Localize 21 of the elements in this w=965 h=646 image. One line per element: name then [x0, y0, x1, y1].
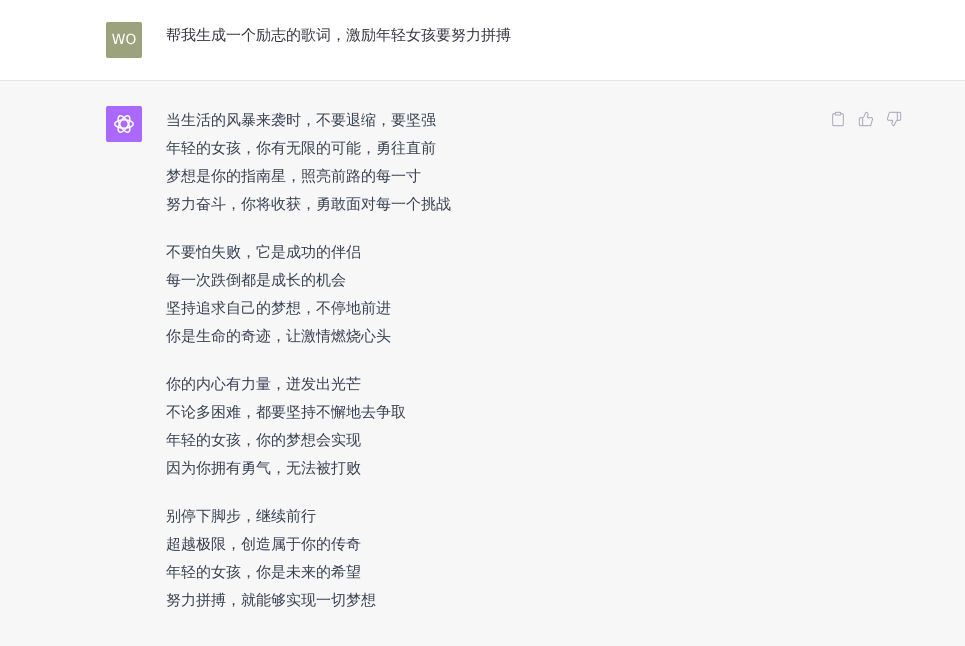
lyric-line: 年轻的女孩，你是未来的希望	[166, 562, 361, 583]
lyric-line: 每一次跌倒都是成长的机会	[166, 270, 346, 291]
lyric-line: 你的内心有力量，迸发出光芒	[166, 374, 361, 395]
user-avatar: WO	[106, 22, 142, 58]
lyric-line: 努力奋斗，你将收获，勇敢面对每一个挑战	[166, 194, 451, 215]
lyric-line: 梦想是你的指南星，照亮前路的每一寸	[166, 166, 421, 187]
lyric-line: 努力拼搏，就能够实现一切梦想	[166, 590, 376, 611]
copy-button[interactable]	[829, 110, 847, 128]
lyric-line: 因为你拥有勇气，无法被打败	[166, 458, 361, 479]
lyric-line: 你是生命的奇迹，让激情燃烧心头	[166, 326, 391, 347]
lyric-line: 当生活的风暴来袭时，不要退缩，要坚强	[166, 110, 436, 131]
lyric-line: 年轻的女孩，你有无限的可能，勇往直前	[166, 138, 436, 159]
thumbs-down-button[interactable]	[885, 110, 903, 128]
thumbs-up-button[interactable]	[857, 110, 875, 128]
user-message: 帮我生成一个励志的歌词，激励年轻女孩要努力拼搏	[166, 25, 511, 46]
lyric-line: 不论多困难，都要坚持不懈地去争取	[166, 402, 406, 423]
lyric-line: 坚持追求自己的梦想，不停地前进	[166, 298, 391, 319]
lyric-line: 年轻的女孩，你的梦想会实现	[166, 430, 361, 451]
lyric-line: 别停下脚步，继续前行	[166, 506, 316, 527]
lyric-line: 不要怕失败，它是成功的伴侣	[166, 242, 361, 263]
lyric-line: 超越极限，创造属于你的传奇	[166, 534, 361, 555]
